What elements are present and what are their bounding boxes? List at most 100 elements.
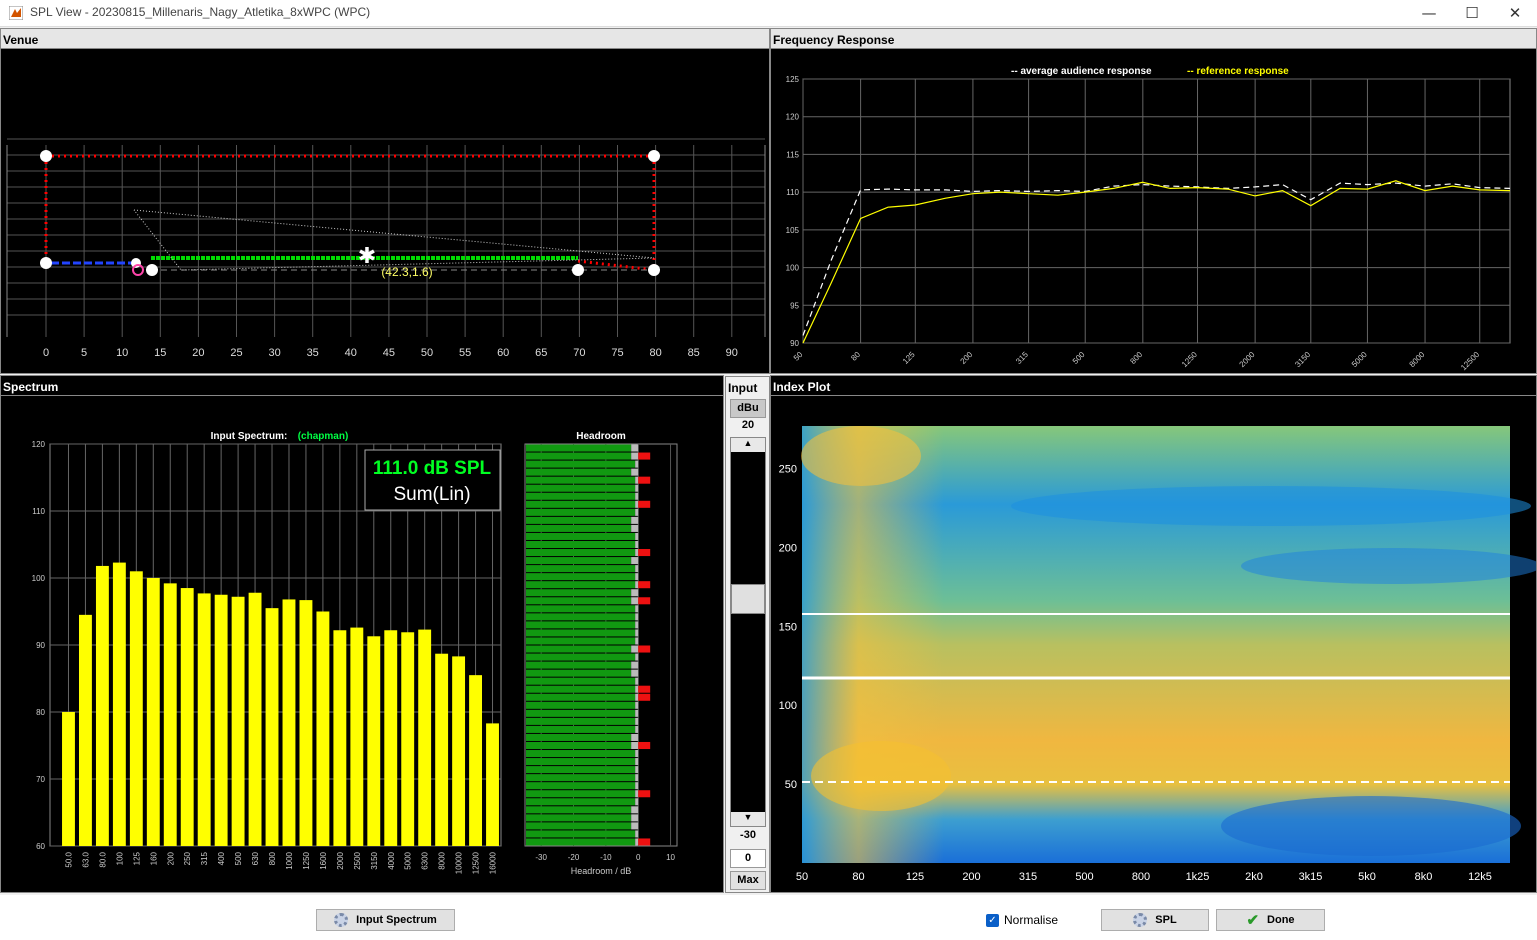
venue-x-tick: 90: [726, 347, 738, 359]
normalise-checkbox[interactable]: ✓ Normalise: [986, 913, 1058, 927]
venue-x-tick: 65: [535, 347, 547, 359]
index-y-tick: 200: [779, 542, 797, 554]
headroom-bar: [635, 476, 639, 484]
headroom-bar: [635, 758, 639, 766]
headroom-bar: [635, 717, 639, 725]
maximize-icon[interactable]: ☐: [1449, 0, 1495, 26]
fr-y-tick: 125: [786, 75, 800, 84]
headroom-bar: [635, 838, 639, 846]
matlab-icon: [9, 6, 23, 20]
frequency-response-plot[interactable]: 125 120 115 110 105 100 95 90 50 80 125 200 315 500 8…: [771, 49, 1536, 373]
venue-corner-point: [40, 150, 52, 162]
venue-x-tick: 10: [116, 347, 128, 359]
spectrum-y-tick: 110: [32, 507, 45, 516]
done-button[interactable]: ✔ Done: [1216, 909, 1325, 931]
headroom-bar: [526, 452, 632, 460]
headroom-bar: [526, 565, 636, 573]
headroom-bar: [526, 733, 632, 741]
headroom-bar: [526, 613, 636, 621]
headroom-bar: [635, 565, 639, 573]
headroom-x-tick: 10: [666, 853, 675, 862]
input-max-button[interactable]: Max: [730, 871, 766, 890]
fr-x-tick: 315: [1014, 350, 1030, 366]
venue-x-tick: 15: [154, 347, 166, 359]
headroom-bar: [635, 750, 639, 758]
headroom-bar: [638, 581, 651, 589]
headroom-bar: [635, 492, 639, 500]
headroom-bar: [631, 444, 639, 452]
input-slider[interactable]: ▲ ▼: [730, 437, 766, 827]
slider-up-icon[interactable]: ▲: [731, 438, 765, 452]
venue-plot[interactable]: ✱ (42.3,1.6) 0 5 10 15 20 25 30 35 40 45 50 55 60 65 7…: [1, 49, 769, 373]
headroom-bar: [526, 645, 632, 653]
headroom-bar: [526, 798, 636, 806]
input-spectrum-button[interactable]: Input Spectrum: [316, 909, 455, 931]
headroom-bar: [526, 774, 636, 782]
headroom-bar: [638, 790, 651, 798]
spectrum-x-tick: 10000: [455, 851, 464, 874]
index-x-tick: 80: [852, 871, 864, 883]
headroom-title: Headroom: [576, 431, 626, 442]
spectrum-chart-title: Input Spectrum:: [211, 431, 288, 442]
fr-x-tick: 12500: [1459, 350, 1481, 372]
venue-corner-point: [146, 264, 158, 276]
headroom-bar: [526, 484, 636, 492]
headroom-bar: [631, 733, 639, 741]
headroom-bar: [638, 476, 651, 484]
spectrum-y-tick: 90: [36, 641, 45, 650]
slider-thumb[interactable]: [731, 584, 765, 614]
checkbox-checked-icon[interactable]: ✓: [986, 913, 999, 927]
spectrum-bar: [129, 571, 143, 846]
venue-panel: Venue ✱ (42.3,1.6) 0 5 10 15 20 25 30 35…: [0, 28, 770, 374]
headroom-bar: [631, 597, 639, 605]
venue-x-tick: 55: [459, 347, 471, 359]
headroom-bar: [631, 669, 639, 677]
spectrum-x-tick: 315: [200, 851, 209, 865]
index-y-tick: 100: [779, 700, 797, 712]
index-heatmap[interactable]: 250 200 150 100 50 50 80 125 200 315 500 800 1k25 2k…: [771, 396, 1536, 892]
minimize-icon[interactable]: —: [1406, 0, 1452, 26]
index-x-tick: 500: [1075, 871, 1093, 883]
slider-down-icon[interactable]: ▼: [731, 812, 765, 826]
headroom-bar: [635, 790, 639, 798]
spectrum-x-tick: 800: [268, 851, 277, 865]
cursor-star-icon: ✱: [358, 243, 376, 268]
headroom-bar: [635, 629, 639, 637]
headroom-bar: [635, 605, 639, 613]
spectrum-y-tick: 100: [32, 574, 46, 583]
bottom-toolbar: Input Spectrum ✓ Normalise SPL ✔ Done: [0, 895, 1537, 940]
spectrum-title: Spectrum: [1, 376, 723, 396]
headroom-bar: [526, 589, 632, 597]
fr-x-tick: 80: [849, 350, 862, 363]
index-x-tick: 315: [1019, 871, 1037, 883]
spectrum-bar: [180, 588, 194, 846]
headroom-bar: [635, 460, 639, 468]
headroom-bar: [526, 500, 636, 508]
fr-x-tick: 800: [1128, 350, 1144, 366]
headroom-bar: [635, 573, 639, 581]
headroom-bar: [526, 492, 636, 500]
fr-x-tick: 50: [792, 350, 805, 363]
spl-button[interactable]: SPL: [1101, 909, 1209, 931]
window-title: SPL View - 20230815_Millenaris_Nagy_Atle…: [30, 5, 371, 19]
headroom-bar: [635, 653, 639, 661]
headroom-bar: [526, 549, 636, 557]
fr-x-tick: 500: [1071, 350, 1087, 366]
spectrum-bar: [231, 596, 245, 846]
headroom-bar: [635, 774, 639, 782]
fr-y-tick: 120: [786, 113, 800, 122]
input-value-field[interactable]: 0: [730, 849, 766, 868]
spectrum-bar: [95, 565, 109, 846]
fr-y-tick: 100: [786, 264, 800, 273]
spectrum-plot[interactable]: Input Spectrum: (chapman) 12011010090807…: [1, 396, 723, 892]
spectrum-x-tick: 2000: [336, 851, 345, 869]
close-icon[interactable]: ✕: [1492, 0, 1537, 26]
headroom-bar: [526, 782, 636, 790]
spectrum-bar: [214, 594, 228, 846]
headroom-bar: [526, 822, 632, 830]
spectrum-x-tick: 500: [234, 851, 243, 865]
headroom-bar: [526, 830, 636, 838]
spectrum-y-tick: 80: [36, 708, 45, 717]
venue-x-tick: 35: [307, 347, 319, 359]
venue-x-tick: 45: [383, 347, 395, 359]
